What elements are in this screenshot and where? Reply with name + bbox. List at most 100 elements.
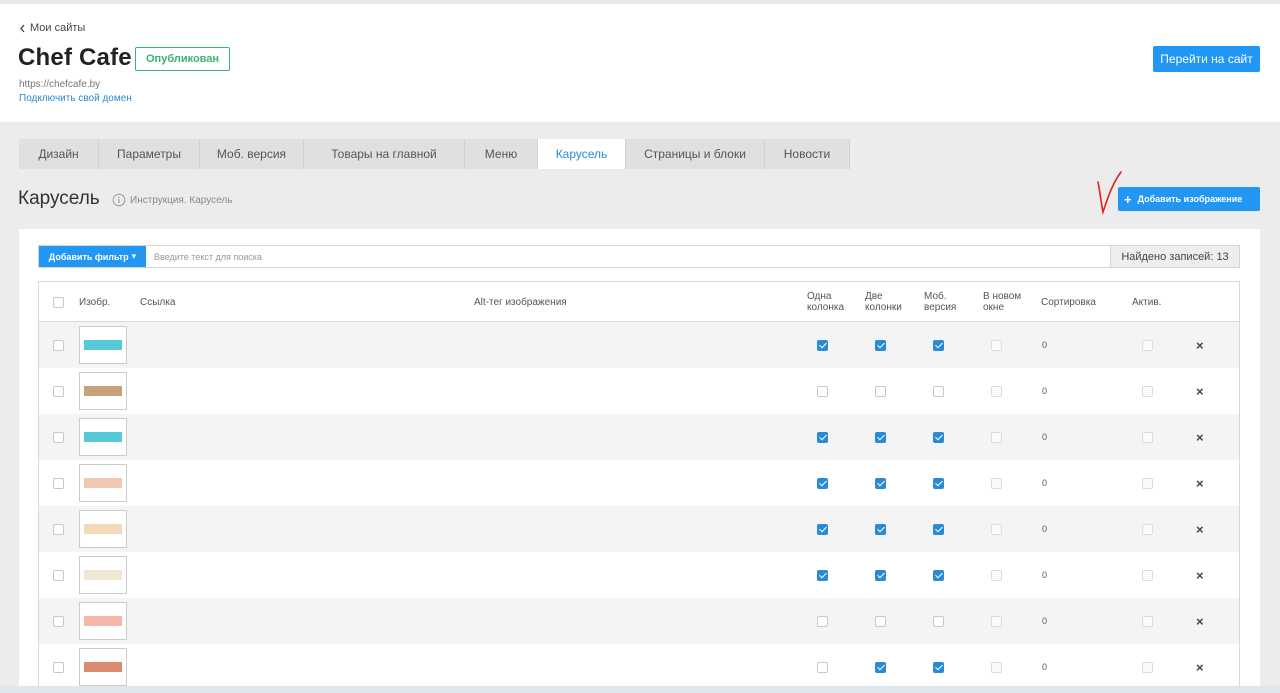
plus-icon: + bbox=[1124, 191, 1132, 207]
image-thumbnail[interactable] bbox=[79, 556, 127, 594]
row-select-checkbox[interactable] bbox=[53, 385, 64, 397]
new-window-checkbox[interactable] bbox=[991, 661, 1002, 673]
mobile-version-cell bbox=[933, 460, 944, 506]
active-checkbox[interactable] bbox=[1142, 523, 1153, 535]
active-cell bbox=[1142, 322, 1153, 368]
mobile-version-checkbox[interactable] bbox=[933, 661, 944, 673]
two-columns-checkbox[interactable] bbox=[875, 523, 886, 535]
one-column-checkbox[interactable] bbox=[817, 339, 828, 351]
new-window-checkbox[interactable] bbox=[991, 431, 1002, 443]
two-columns-cell bbox=[875, 506, 886, 552]
connect-domain-link[interactable]: Подключить свой домен bbox=[19, 93, 132, 104]
tab-home-products[interactable]: Товары на главной bbox=[304, 139, 465, 169]
thumbnail-cell bbox=[79, 598, 127, 644]
back-link[interactable]: Мои сайты bbox=[19, 22, 85, 34]
mobile-version-checkbox[interactable] bbox=[933, 477, 944, 489]
col-new-window-l2: окне bbox=[983, 302, 1005, 313]
two-columns-cell bbox=[875, 552, 886, 598]
mobile-version-checkbox[interactable] bbox=[933, 339, 944, 351]
select-all-checkbox[interactable] bbox=[53, 296, 64, 308]
add-image-button[interactable]: + Добавить изображение bbox=[1118, 187, 1260, 211]
instruction-link[interactable]: Инструкция. Карусель bbox=[112, 193, 232, 207]
active-checkbox[interactable] bbox=[1142, 339, 1153, 351]
active-checkbox[interactable] bbox=[1142, 569, 1153, 581]
active-checkbox[interactable] bbox=[1142, 477, 1153, 489]
search-input[interactable] bbox=[146, 246, 1110, 267]
delete-icon[interactable]: × bbox=[1196, 552, 1204, 598]
row-select-checkbox[interactable] bbox=[53, 477, 64, 489]
new-window-checkbox[interactable] bbox=[991, 339, 1002, 351]
tab-parameters[interactable]: Параметры bbox=[99, 139, 200, 169]
two-columns-checkbox[interactable] bbox=[875, 569, 886, 581]
one-column-cell bbox=[817, 368, 828, 414]
one-column-checkbox[interactable] bbox=[817, 385, 828, 397]
image-thumbnail[interactable] bbox=[79, 464, 127, 502]
goto-site-button[interactable]: Перейти на сайт bbox=[1153, 46, 1260, 72]
one-column-checkbox[interactable] bbox=[817, 615, 828, 627]
row-select-checkbox[interactable] bbox=[53, 569, 64, 581]
image-thumbnail[interactable] bbox=[79, 510, 127, 548]
two-columns-checkbox[interactable] bbox=[875, 385, 886, 397]
active-checkbox[interactable] bbox=[1142, 661, 1153, 673]
image-thumbnail[interactable] bbox=[79, 648, 127, 686]
add-filter-button[interactable]: Добавить фильтр ▾ bbox=[39, 246, 146, 267]
row-select-checkbox[interactable] bbox=[53, 661, 64, 673]
active-checkbox[interactable] bbox=[1142, 385, 1153, 397]
table-row: 0 × bbox=[39, 368, 1239, 414]
mobile-version-cell bbox=[933, 368, 944, 414]
one-column-checkbox[interactable] bbox=[817, 477, 828, 489]
delete-icon[interactable]: × bbox=[1196, 460, 1204, 506]
tab-mobile[interactable]: Моб. версия bbox=[200, 139, 304, 169]
one-column-checkbox[interactable] bbox=[817, 661, 828, 673]
mobile-version-checkbox[interactable] bbox=[933, 615, 944, 627]
mobile-version-checkbox[interactable] bbox=[933, 569, 944, 581]
two-columns-checkbox[interactable] bbox=[875, 431, 886, 443]
two-columns-checkbox[interactable] bbox=[875, 615, 886, 627]
two-columns-checkbox[interactable] bbox=[875, 339, 886, 351]
thumbnail-preview bbox=[84, 432, 122, 442]
image-thumbnail[interactable] bbox=[79, 372, 127, 410]
row-select-checkbox[interactable] bbox=[53, 431, 64, 443]
active-checkbox[interactable] bbox=[1142, 615, 1153, 627]
new-window-checkbox[interactable] bbox=[991, 477, 1002, 489]
one-column-checkbox[interactable] bbox=[817, 431, 828, 443]
image-thumbnail[interactable] bbox=[79, 326, 127, 364]
tab-design[interactable]: Дизайн bbox=[19, 139, 99, 169]
table-row: 0 × bbox=[39, 460, 1239, 506]
delete-icon[interactable]: × bbox=[1196, 644, 1204, 690]
two-columns-checkbox[interactable] bbox=[875, 661, 886, 673]
back-label: Мои сайты bbox=[30, 22, 86, 34]
delete-icon[interactable]: × bbox=[1196, 322, 1204, 368]
tab-news[interactable]: Новости bbox=[765, 139, 850, 169]
two-columns-cell bbox=[875, 322, 886, 368]
one-column-checkbox[interactable] bbox=[817, 523, 828, 535]
active-checkbox[interactable] bbox=[1142, 431, 1153, 443]
col-sort: Сортировка bbox=[1041, 296, 1096, 308]
sort-value: 0 bbox=[1042, 478, 1048, 488]
col-two-columns-l2: колонки bbox=[865, 302, 902, 313]
new-window-checkbox[interactable] bbox=[991, 615, 1002, 627]
row-select-checkbox[interactable] bbox=[53, 523, 64, 535]
delete-icon[interactable]: × bbox=[1196, 598, 1204, 644]
tab-carousel[interactable]: Карусель bbox=[538, 139, 626, 169]
active-cell bbox=[1142, 552, 1153, 598]
one-column-checkbox[interactable] bbox=[817, 569, 828, 581]
delete-icon[interactable]: × bbox=[1196, 414, 1204, 460]
table-header: Изобр. Ссылка Alt-тег изображения Одна ко… bbox=[39, 282, 1239, 322]
image-thumbnail[interactable] bbox=[79, 602, 127, 640]
new-window-checkbox[interactable] bbox=[991, 385, 1002, 397]
new-window-checkbox[interactable] bbox=[991, 569, 1002, 581]
delete-icon[interactable]: × bbox=[1196, 506, 1204, 552]
delete-icon[interactable]: × bbox=[1196, 368, 1204, 414]
row-select-checkbox[interactable] bbox=[53, 615, 64, 627]
tab-menu[interactable]: Меню bbox=[465, 139, 538, 169]
tab-pages-blocks[interactable]: Страницы и блоки bbox=[626, 139, 765, 169]
two-columns-checkbox[interactable] bbox=[875, 477, 886, 489]
one-column-cell bbox=[817, 598, 828, 644]
mobile-version-checkbox[interactable] bbox=[933, 523, 944, 535]
mobile-version-checkbox[interactable] bbox=[933, 431, 944, 443]
new-window-checkbox[interactable] bbox=[991, 523, 1002, 535]
mobile-version-checkbox[interactable] bbox=[933, 385, 944, 397]
image-thumbnail[interactable] bbox=[79, 418, 127, 456]
row-select-checkbox[interactable] bbox=[53, 339, 64, 351]
